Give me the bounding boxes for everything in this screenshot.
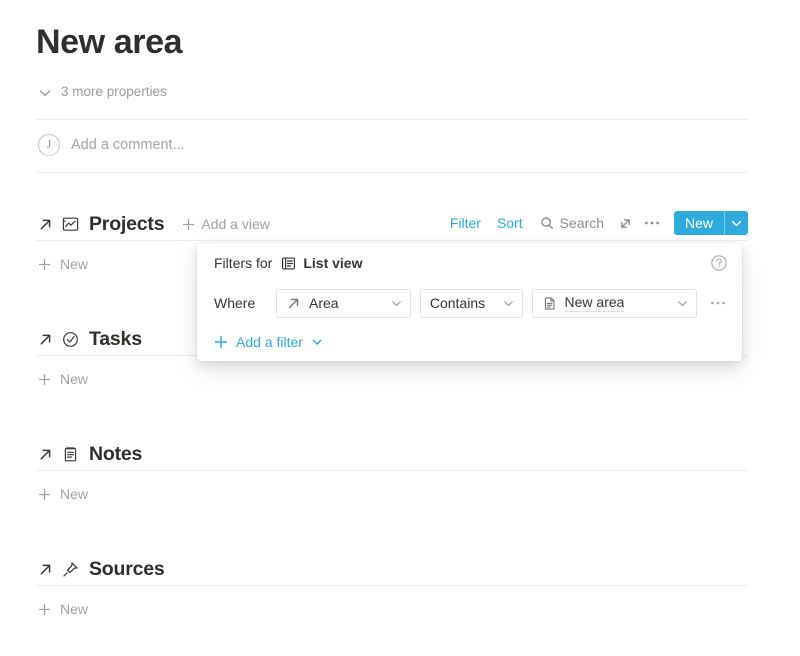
new-row-tasks[interactable]: New: [0, 366, 800, 392]
search-label: Search: [560, 215, 604, 231]
help-circle-icon[interactable]: [710, 254, 728, 272]
filter-value-select[interactable]: New area: [532, 289, 697, 318]
divider-properties: [36, 119, 748, 120]
sort-button[interactable]: Sort: [489, 215, 531, 231]
expand-diagonal-icon[interactable]: [613, 211, 639, 235]
section-header-sources[interactable]: Sources: [0, 554, 800, 584]
add-a-filter-label: Add a filter: [236, 334, 303, 350]
line-chart-icon: [61, 215, 80, 234]
section-title-sources: Sources: [89, 558, 165, 581]
add-a-filter-button[interactable]: Add a filter: [197, 323, 742, 361]
filter-condition-label: Contains: [430, 295, 485, 311]
plus-icon: [38, 488, 51, 501]
more-properties-toggle[interactable]: 3 more properties: [38, 84, 167, 99]
chevron-down-icon: [666, 297, 689, 310]
plus-icon: [214, 335, 228, 349]
comment-placeholder: Add a comment...: [71, 137, 185, 153]
ellipsis-icon: [709, 294, 727, 312]
chevron-down-icon[interactable]: [725, 211, 748, 235]
new-row-label: New: [60, 371, 88, 387]
new-row-sources[interactable]: New: [0, 596, 800, 622]
where-label: Where: [214, 295, 267, 311]
more-properties-label: 3 more properties: [61, 84, 167, 99]
check-circle-icon: [61, 330, 80, 349]
arrow-up-right-icon[interactable]: [38, 447, 53, 462]
divider-comment: [36, 172, 748, 173]
list-view-icon: [281, 256, 296, 271]
chevron-down-icon: [311, 336, 323, 348]
chevron-down-icon: [492, 297, 515, 310]
chevron-down-icon: [380, 297, 403, 310]
view-toolbar: Filter Sort Search New: [442, 211, 748, 235]
filter-button[interactable]: Filter: [442, 215, 489, 231]
filter-row-more-button[interactable]: [708, 292, 728, 314]
new-row-label: New: [60, 601, 88, 617]
pushpin-icon: [61, 560, 80, 579]
arrow-up-right-icon: [286, 296, 301, 311]
page-doc-icon: [542, 296, 557, 311]
filter-condition-select[interactable]: Contains: [420, 289, 523, 318]
new-row-label: New: [60, 486, 88, 502]
new-row-notes[interactable]: New: [0, 481, 800, 507]
section-title-notes: Notes: [89, 443, 142, 466]
section-title-projects: Projects: [89, 213, 164, 236]
divider-sources: [36, 585, 748, 586]
divider-notes: [36, 470, 748, 471]
filter-value-label: New area: [565, 294, 625, 312]
arrow-up-right-icon[interactable]: [38, 217, 53, 232]
add-a-view-label: Add a view: [201, 216, 269, 232]
new-row-label: New: [60, 256, 88, 272]
ellipsis-icon[interactable]: [639, 211, 665, 235]
filters-popover: Filters for List view: [197, 243, 742, 361]
divider-projects: [36, 240, 748, 241]
new-button[interactable]: New: [674, 211, 748, 235]
avatar: J: [38, 134, 60, 156]
arrow-up-right-icon[interactable]: [38, 332, 53, 347]
plus-icon: [38, 603, 51, 616]
filter-row: Where Area Contains: [197, 283, 742, 323]
section-title-tasks: Tasks: [89, 328, 142, 351]
filters-popover-header: Filters for List view: [197, 243, 742, 283]
section-notes: Notes New: [0, 439, 800, 507]
filter-property-label: Area: [309, 295, 339, 311]
plus-icon: [38, 258, 51, 271]
add-a-view-button[interactable]: Add a view: [182, 216, 269, 232]
chevron-down-icon: [38, 86, 52, 100]
filter-property-select[interactable]: Area: [276, 289, 411, 318]
plus-icon: [38, 373, 51, 386]
arrow-up-right-icon[interactable]: [38, 562, 53, 577]
view-name: List view: [303, 255, 362, 271]
plus-icon: [182, 218, 195, 231]
notion-page: New area 3 more properties J Add a comme…: [0, 0, 800, 656]
add-comment-row[interactable]: J Add a comment...: [38, 134, 185, 156]
new-button-label: New: [674, 211, 724, 235]
section-header-notes[interactable]: Notes: [0, 439, 800, 469]
view-selector[interactable]: List view: [281, 255, 362, 271]
page-title[interactable]: New area: [36, 20, 182, 64]
search-icon: [540, 216, 554, 230]
filters-for-label: Filters for: [214, 255, 272, 271]
notepad-icon: [61, 445, 80, 464]
search-button[interactable]: Search: [531, 215, 613, 231]
section-sources: Sources New: [0, 554, 800, 622]
